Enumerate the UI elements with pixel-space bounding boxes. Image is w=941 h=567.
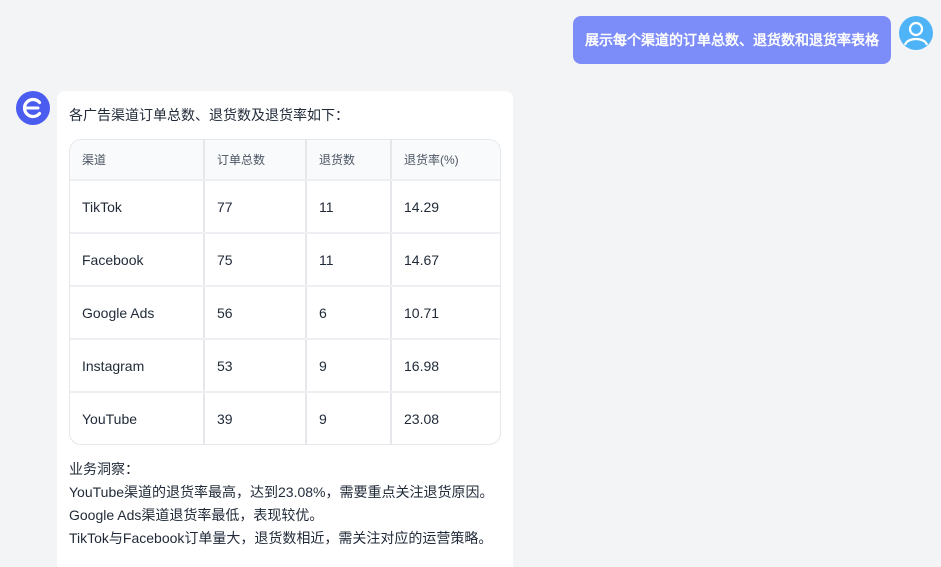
user-avatar-icon[interactable] xyxy=(899,16,933,50)
cell-returns: 11 xyxy=(306,233,392,287)
header-return-rate: 退货率(%) xyxy=(391,140,500,181)
cell-channel: Instagram xyxy=(70,339,205,393)
business-insights: 业务洞察： YouTube渠道的退货率最高，达到23.08%，需要重点关注退货原… xyxy=(69,458,494,550)
bot-message-card: 各广告渠道订单总数、退货数及退货率如下： 渠道 订单总数 退货数 退货率(%) … xyxy=(57,91,513,567)
cell-return-rate: 23.08 xyxy=(404,411,440,427)
cell-returns: 9 xyxy=(306,339,392,393)
cell-total-orders: 53 xyxy=(204,339,307,393)
cell-return-rate: 14.67 xyxy=(391,233,500,287)
cell-channel: Google Ads xyxy=(70,286,205,340)
cell-return-rate: 14.29 xyxy=(391,180,500,234)
cell-returns: 9 xyxy=(306,392,392,444)
cell-total-orders: 75 xyxy=(204,233,307,287)
header-total-orders: 订单总数 xyxy=(204,140,307,181)
cell-return-rate: 16.98 xyxy=(391,339,500,393)
cell-total-orders: 56 xyxy=(204,286,307,340)
bot-logo-icon xyxy=(16,91,50,125)
table-header-row: 渠道 订单总数 退货数 退货率(%) xyxy=(70,140,500,181)
cell-channel: YouTube xyxy=(70,392,205,444)
bot-intro-text: 各广告渠道订单总数、退货数及退货率如下： xyxy=(69,107,349,123)
insight-line: YouTube渠道的退货率最高，达到23.08%，需要重点关注退货原因。 xyxy=(69,484,494,500)
channel-table: 渠道 订单总数 退货数 退货率(%) TikTok 77 11 14.29 Fa… xyxy=(69,139,501,445)
user-message-bubble: 展示每个渠道的订单总数、退货数和退货率表格 xyxy=(573,16,891,64)
user-message-row: 展示每个渠道的订单总数、退货数和退货率表格 xyxy=(573,16,933,64)
table-row: YouTube 39 9 23.08 xyxy=(70,392,500,444)
header-returns: 退货数 xyxy=(306,140,392,181)
cell-return-rate: 10.71 xyxy=(391,286,500,340)
header-channel: 渠道 xyxy=(70,140,205,181)
cell-channel: TikTok xyxy=(70,180,205,234)
cell-returns: 11 xyxy=(306,180,392,234)
cell-total-orders: 77 xyxy=(204,180,307,234)
cell-channel: Facebook xyxy=(70,233,205,287)
insight-line: TikTok与Facebook订单量大，退货数相近，需关注对应的运营策略。 xyxy=(69,530,493,546)
cell-total-orders: 39 xyxy=(204,392,307,444)
table-row: TikTok 77 11 14.29 xyxy=(70,180,500,234)
insights-title: 业务洞察： xyxy=(69,461,139,477)
table-row: Instagram 53 9 16.98 xyxy=(70,339,500,393)
table-row: Facebook 75 11 14.67 xyxy=(70,233,500,287)
cell-returns: 6 xyxy=(306,286,392,340)
insight-line: Google Ads渠道退货率最低，表现较优。 xyxy=(69,507,324,523)
table-row: Google Ads 56 6 10.71 xyxy=(70,286,500,340)
